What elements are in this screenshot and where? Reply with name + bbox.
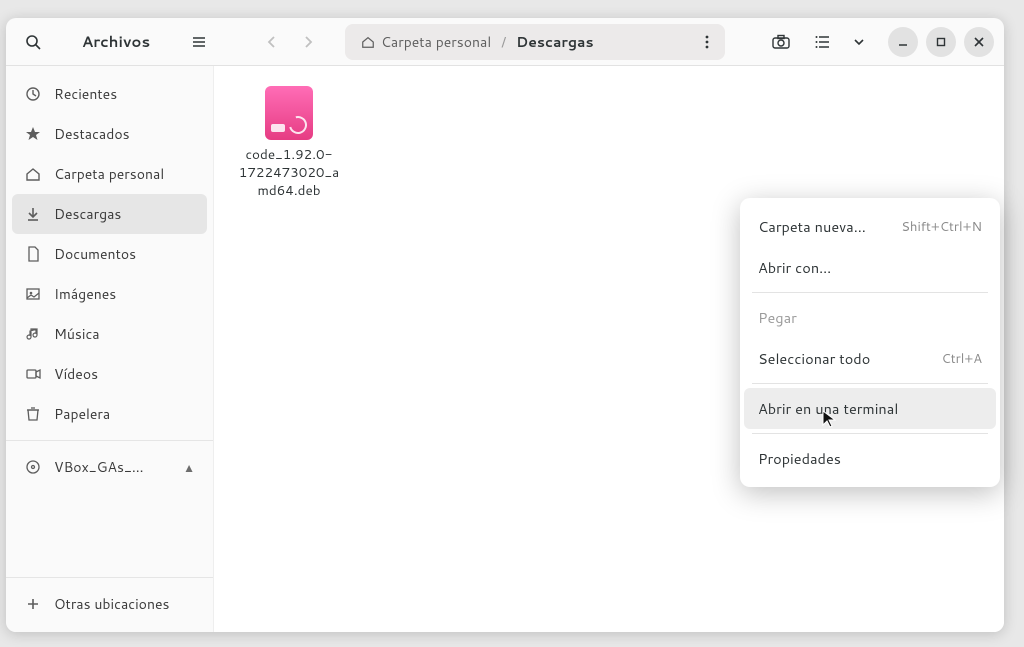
context-menu: Carpeta nueva… Shift+Ctrl+N Abrir con… P… [740,198,1000,487]
sidebar-item-musica[interactable]: Música [6,314,213,354]
trash-icon [24,405,42,423]
video-icon [24,365,42,383]
sidebar-separator [6,577,213,578]
breadcrumb-parent[interactable]: Carpeta personal [351,32,501,52]
document-icon [24,245,42,263]
menu-open-with[interactable]: Abrir con… [744,247,996,288]
back-button[interactable] [255,25,289,59]
sidebar-item-destacados[interactable]: Destacados [6,114,213,154]
star-icon [24,125,42,143]
sidebar-item-recientes[interactable]: Recientes [6,74,213,114]
minimize-icon [897,36,909,48]
home-icon [24,165,42,183]
hamburger-button[interactable] [182,25,216,59]
menu-separator [752,383,988,384]
sidebar-item-label: Descargas [54,204,121,224]
disc-icon [24,458,42,476]
eject-icon[interactable]: ▲ [183,459,195,476]
close-icon [973,36,985,48]
header-bar: Archivos [6,18,1004,66]
path-menu-button[interactable] [695,35,719,49]
breadcrumb-current[interactable]: Descargas [506,32,603,52]
sidebar-item-label: Destacados [54,124,130,144]
sidebar-item-other-locations[interactable]: Otras ubicaciones [6,584,213,624]
sidebar-item-label: Otras ubicaciones [54,594,169,614]
list-icon [815,35,831,49]
sidebar-item-vbox[interactable]: VBox_GAs_… ▲ [6,447,213,487]
menu-separator [752,292,988,293]
chevron-down-icon [853,36,865,48]
image-icon [24,285,42,303]
sidebar-item-papelera[interactable]: Papelera [6,394,213,434]
sidebar-item-label: VBox_GAs_… [54,457,144,477]
file-item[interactable]: code_1.92.0-1722473020_amd64.deb [234,86,344,201]
view-list-button[interactable] [806,25,840,59]
menu-new-folder[interactable]: Carpeta nueva… Shift+Ctrl+N [744,206,996,247]
menu-item-label: Propiedades [758,448,841,469]
menu-item-label: Carpeta nueva… [758,216,866,237]
search-icon [25,34,41,50]
breadcrumb-current-label: Descargas [516,32,593,52]
kebab-icon [705,35,709,49]
clock-icon [24,85,42,103]
sidebar: Recientes Destacados Carpeta personal De… [6,66,214,632]
menu-item-accel: Shift+Ctrl+N [901,218,982,236]
app-title: Archivos [60,31,172,52]
minimize-button[interactable] [888,27,918,57]
download-icon [24,205,42,223]
menu-item-label: Seleccionar todo [758,348,870,369]
breadcrumb-parent-label: Carpeta personal [381,32,491,52]
file-label: code_1.92.0-1722473020_amd64.deb [234,146,344,201]
hamburger-icon [191,34,207,50]
menu-paste: Pegar [744,297,996,338]
sidebar-item-label: Música [54,324,100,344]
menu-item-label: Abrir con… [758,257,831,278]
menu-properties[interactable]: Propiedades [744,438,996,479]
home-icon [361,35,375,49]
menu-item-accel: Ctrl+A [942,350,982,368]
menu-item-label: Pegar [758,307,797,328]
sidebar-item-label: Imágenes [54,284,116,304]
chevron-right-icon [301,35,315,49]
sidebar-separator [6,440,213,441]
sidebar-item-label: Vídeos [54,364,98,384]
screenshot-button[interactable] [764,25,798,59]
menu-item-label: Abrir en una terminal [758,398,898,419]
sidebar-item-documentos[interactable]: Documentos [6,234,213,274]
sidebar-item-descargas[interactable]: Descargas [12,194,207,234]
sidebar-item-label: Carpeta personal [54,164,164,184]
deb-package-icon [265,86,313,140]
sidebar-item-label: Recientes [54,84,117,104]
plus-icon [24,595,42,613]
chevron-left-icon [265,35,279,49]
menu-separator [752,433,988,434]
search-button[interactable] [16,25,50,59]
maximize-button[interactable] [926,27,956,57]
sidebar-item-imagenes[interactable]: Imágenes [6,274,213,314]
menu-select-all[interactable]: Seleccionar todo Ctrl+A [744,338,996,379]
sidebar-item-label: Papelera [54,404,110,424]
sidebar-item-videos[interactable]: Vídeos [6,354,213,394]
sidebar-item-label: Documentos [54,244,136,264]
menu-open-terminal[interactable]: Abrir en una terminal [744,388,996,429]
close-button[interactable] [964,27,994,57]
forward-button[interactable] [291,25,325,59]
view-dropdown-button[interactable] [842,25,876,59]
maximize-icon [935,36,947,48]
sidebar-item-home[interactable]: Carpeta personal [6,154,213,194]
camera-icon [772,34,790,50]
path-bar[interactable]: Carpeta personal / Descargas [345,24,725,60]
music-icon [24,325,42,343]
